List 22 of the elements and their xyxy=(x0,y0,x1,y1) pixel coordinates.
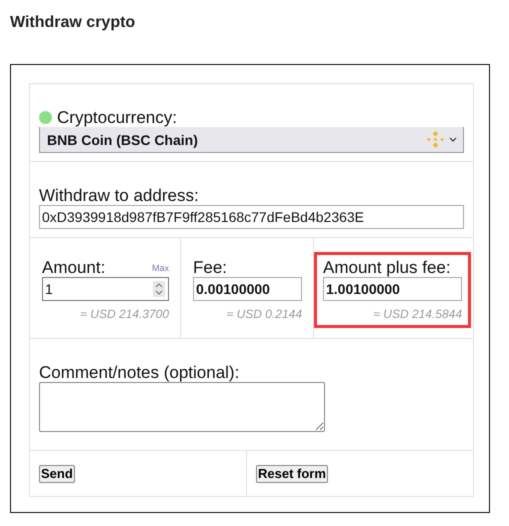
spinner-icon[interactable] xyxy=(153,281,165,297)
diamond-logo-icon xyxy=(426,130,445,149)
field-label: Amount plus fee: xyxy=(323,258,451,277)
caret-icon xyxy=(449,137,457,142)
field-label: Amount: xyxy=(42,258,106,277)
value-field[interactable]: 1.00100000 xyxy=(323,277,462,301)
currency-select[interactable]: BNB Coin (BSC Chain) xyxy=(39,127,464,153)
address-field[interactable]: 0xD3939918d987fB7F9ff285168c77dFeBd4b2363E xyxy=(39,205,464,229)
usd-estimate: ≈ USD 214.5844 xyxy=(372,307,462,321)
usd-estimate: ≈ USD 214.3700 xyxy=(79,307,169,321)
page-title: Withdraw crypto xyxy=(10,14,136,33)
max-link[interactable]: Max xyxy=(152,263,169,273)
form-button[interactable]: Reset form xyxy=(256,464,328,482)
field-label: Withdraw to address: xyxy=(39,186,200,205)
comment-field[interactable] xyxy=(39,382,325,432)
value-field[interactable]: 0.00100000 xyxy=(193,277,302,301)
field-label: Cryptocurrency: xyxy=(57,108,177,127)
field-label: Comment/notes (optional): xyxy=(39,363,240,382)
field-label: Fee: xyxy=(193,258,228,277)
amount-field[interactable]: 1 xyxy=(42,277,169,301)
usd-estimate: ≈ USD 0.2144 xyxy=(226,307,302,321)
form-button[interactable]: Send xyxy=(39,464,75,482)
